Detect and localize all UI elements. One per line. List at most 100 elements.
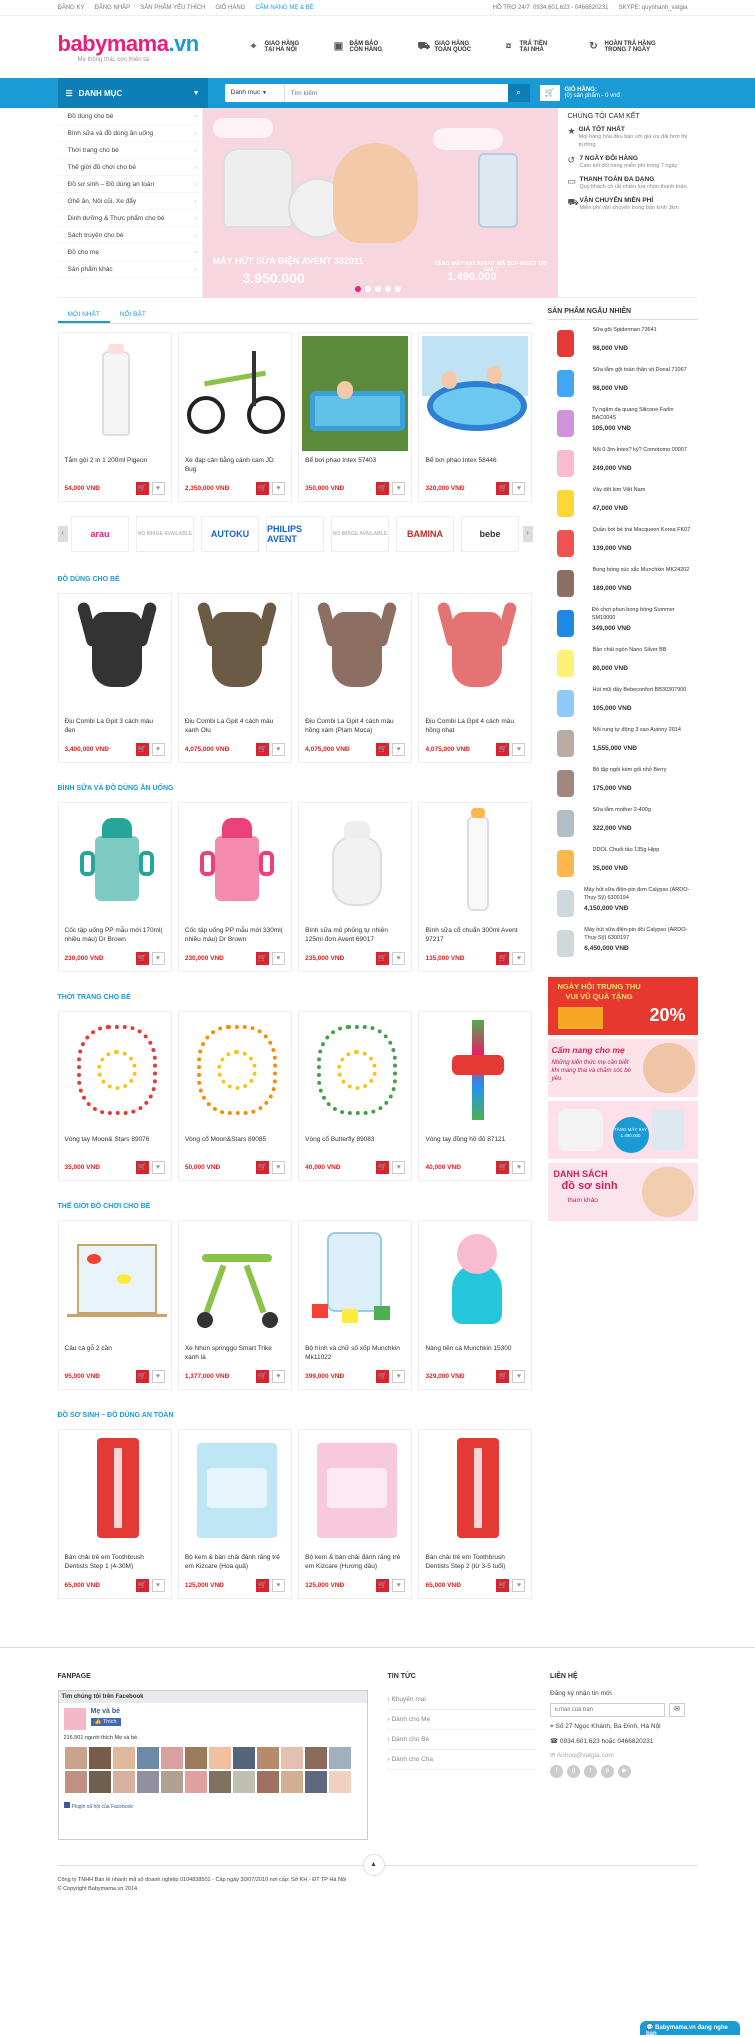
wishlist-button[interactable]: ♥ <box>512 952 525 965</box>
product-card[interactable]: Vòng cổ Butterfly 8908340,000 VNĐ🛒♥ <box>298 1011 412 1181</box>
add-to-cart-button[interactable]: 🛒 <box>376 1579 389 1592</box>
random-product-name[interactable]: Đồ chơi phun bong bóng Summer SM19000 <box>592 606 698 622</box>
random-product[interactable]: Sữa gội Spiderman 7364198,000 VNĐ <box>548 326 698 363</box>
fb-fan-avatar[interactable] <box>89 1771 111 1793</box>
product-name[interactable]: Địu Combi La Gpit 4 cách màu hồng nhạt <box>419 718 531 740</box>
product-name[interactable]: Địu Combi La Gpit 4 cách màu hồng xám (P… <box>299 718 411 740</box>
random-product[interactable]: Quần bơi bé trai Macqueen Korea FK07139,… <box>548 526 698 563</box>
random-product-image[interactable] <box>548 446 583 481</box>
youtube-icon[interactable]: ▶ <box>618 1765 631 1778</box>
wishlist-button[interactable]: ♥ <box>272 1579 285 1592</box>
brand-logo[interactable]: BAMINA <box>396 516 454 552</box>
add-to-cart-button[interactable]: 🛒 <box>376 952 389 965</box>
product-card[interactable]: Địu Combi La Gpit 3 cách màu đen3,400,00… <box>58 593 172 763</box>
wishlist-button[interactable]: ♥ <box>152 743 165 756</box>
product-card[interactable]: Vòng tay đồng hồ đỏ 8712140,000 VNĐ🛒♥ <box>418 1011 532 1181</box>
fb-fan-avatar[interactable] <box>209 1771 231 1793</box>
random-product-name[interactable]: Sữa tắm gội toàn thân vịt Donal 71067 <box>593 366 687 382</box>
news-link[interactable]: › Khuyến mại <box>388 1690 536 1710</box>
section-title[interactable]: ĐỒ SƠ SINH – ĐỒ DÙNG AN TOÀN <box>58 1412 533 1419</box>
pinterest-icon[interactable]: p <box>601 1765 614 1778</box>
product-image[interactable] <box>422 1015 528 1130</box>
news-link[interactable]: › Dành cho Bé <box>388 1730 536 1750</box>
product-card[interactable]: Địu Combi La Gpit 4 cách màu hồng xám (P… <box>298 593 412 763</box>
fb-fan-avatar[interactable] <box>305 1771 327 1793</box>
random-product[interactable]: Máy hút sữa điện-pin đơn Calypso (ARDO-T… <box>548 886 698 923</box>
news-link[interactable]: › Dành cho Mẹ <box>388 1710 536 1730</box>
add-to-cart-button[interactable]: 🛒 <box>136 743 149 756</box>
product-card[interactable]: Xe đạp cân bằng cánh cam JD Bug2,350,000… <box>178 332 292 502</box>
product-name[interactable]: Câu cá gỗ 2 cần <box>59 1345 171 1367</box>
ad-mom-handbook[interactable]: Cẩm nang cho mẹ Những kiến thức mẹ cần b… <box>548 1039 698 1097</box>
category-item[interactable]: Ghế ăn, Nôi cũi, Xe đẩy› <box>58 193 202 210</box>
product-card[interactable]: Bình sữa mô phỏng tự nhiên 125ml đơn Ave… <box>298 802 412 972</box>
fb-fan-avatar[interactable] <box>305 1747 327 1769</box>
news-link[interactable]: › Dành cho Cha <box>388 1750 536 1770</box>
wishlist-button[interactable]: ♥ <box>392 1579 405 1592</box>
facebook-icon[interactable]: f <box>550 1765 563 1778</box>
product-name[interactable]: Cốc tập uống PP mẫu mới 170ml( nhiều màu… <box>59 927 171 949</box>
twitter-icon[interactable]: t <box>584 1765 597 1778</box>
random-product-image[interactable] <box>548 886 574 921</box>
random-product[interactable]: Nôi 0-3m-Intex? ký? Comotomo 00007249,00… <box>548 446 698 483</box>
fb-fan-avatar[interactable] <box>281 1771 303 1793</box>
brand-logo[interactable]: NO IMAGE AVAILABLE <box>331 516 389 552</box>
random-product[interactable]: Sữa tắm mother 2-400g322,000 VNĐ <box>548 806 698 843</box>
product-image[interactable] <box>302 806 408 921</box>
top-link[interactable]: ĐĂNG KÝ <box>58 5 85 11</box>
random-product-name[interactable]: Nôi 0-3m-Intex? ký? Comotomo 00007 <box>593 446 687 462</box>
wishlist-button[interactable]: ♥ <box>512 743 525 756</box>
fb-fan-avatar[interactable] <box>113 1747 135 1769</box>
wishlist-button[interactable]: ♥ <box>272 482 285 495</box>
random-product-image[interactable] <box>548 686 583 721</box>
product-card[interactable]: Bể bơi phao Intex 58446320,000 VNĐ🛒♥ <box>418 332 532 502</box>
category-item[interactable]: Sách truyện cho bé› <box>58 227 202 244</box>
wishlist-button[interactable]: ♥ <box>152 952 165 965</box>
wishlist-button[interactable]: ♥ <box>512 1370 525 1383</box>
product-name[interactable]: Bàn chải trẻ em Toothbrush Dentists Step… <box>419 1554 531 1576</box>
add-to-cart-button[interactable]: 🛒 <box>256 952 269 965</box>
wishlist-button[interactable]: ♥ <box>392 1370 405 1383</box>
add-to-cart-button[interactable]: 🛒 <box>496 952 509 965</box>
category-menu-button[interactable]: ☰ DANH MỤC ▼ <box>58 78 208 108</box>
fb-fan-avatar[interactable] <box>65 1771 87 1793</box>
wishlist-button[interactable]: ♥ <box>272 1161 285 1174</box>
random-product-image[interactable] <box>548 406 582 441</box>
product-image[interactable] <box>302 1433 408 1548</box>
product-image[interactable] <box>62 336 168 451</box>
product-card[interactable]: Bình sữa cổ chuẩn 300ml Avent 97217135,0… <box>418 802 532 972</box>
product-card[interactable]: Vòng cổ Moon&Stars 8908550,000 VNĐ🛒♥ <box>178 1011 292 1181</box>
random-product-name[interactable]: Quần bơi bé trai Macqueen Korea FK07 <box>593 526 691 542</box>
section-title[interactable]: BÌNH SỮA VÀ ĐỒ DÙNG ĂN UỐNG <box>58 785 533 792</box>
ad-free-blender[interactable]: TẶNG MÁY XAY1.490.000 <box>548 1101 698 1159</box>
product-name[interactable]: Địu Combi La Gpit 4 cách màu xanh Olu <box>179 718 291 740</box>
product-name[interactable]: Xe Nhún springgo Smart Trike xanh lá <box>179 1345 291 1367</box>
product-image[interactable] <box>182 1015 288 1130</box>
random-product-name[interactable]: Sữa tắm mother 2-400g <box>593 806 651 822</box>
random-product-name[interactable]: Máy hút sữa điện-pin đơn Calypso (ARDO-T… <box>584 886 698 902</box>
product-image[interactable] <box>422 1433 528 1548</box>
subscribe-button[interactable]: ✉ <box>669 1703 685 1717</box>
product-image[interactable] <box>62 1433 168 1548</box>
product-image[interactable] <box>182 597 288 712</box>
fb-fan-avatar[interactable] <box>257 1771 279 1793</box>
add-to-cart-button[interactable]: 🛒 <box>256 1370 269 1383</box>
product-image[interactable] <box>422 806 528 921</box>
product-image[interactable] <box>302 1015 408 1130</box>
fb-fan-avatar[interactable] <box>161 1747 183 1769</box>
random-product[interactable]: Hút mũi dây Bebeconfort BB30307900105,00… <box>548 686 698 723</box>
product-image[interactable] <box>62 1015 168 1130</box>
fb-fan-avatar[interactable] <box>161 1771 183 1793</box>
product-card[interactable]: Bàn chải trẻ em Toothbrush Dentists Step… <box>418 1429 532 1599</box>
random-product-name[interactable]: Bong bóng xúc xắc Munchkin MK24202 <box>593 566 690 582</box>
brand-logo[interactable]: PHILIPS AVENT <box>266 516 324 552</box>
fb-fan-avatar[interactable] <box>281 1747 303 1769</box>
wishlist-button[interactable]: ♥ <box>512 1161 525 1174</box>
brand-logo[interactable]: AUTOKU <box>201 516 259 552</box>
category-item[interactable]: Bình sữa và đồ dùng ăn uống› <box>58 125 202 142</box>
fb-fan-avatar[interactable] <box>137 1747 159 1769</box>
product-card[interactable]: Vòng tay Moon& Stars 8907635,000 VNĐ🛒♥ <box>58 1011 172 1181</box>
slider-dot[interactable] <box>385 286 391 292</box>
random-product-name[interactable]: Ty ngậm dạ quang Silicone Farlin BAC004S <box>592 406 698 422</box>
random-product-name[interactable]: Bàn chải ngón Nano Silver BB <box>593 646 667 662</box>
